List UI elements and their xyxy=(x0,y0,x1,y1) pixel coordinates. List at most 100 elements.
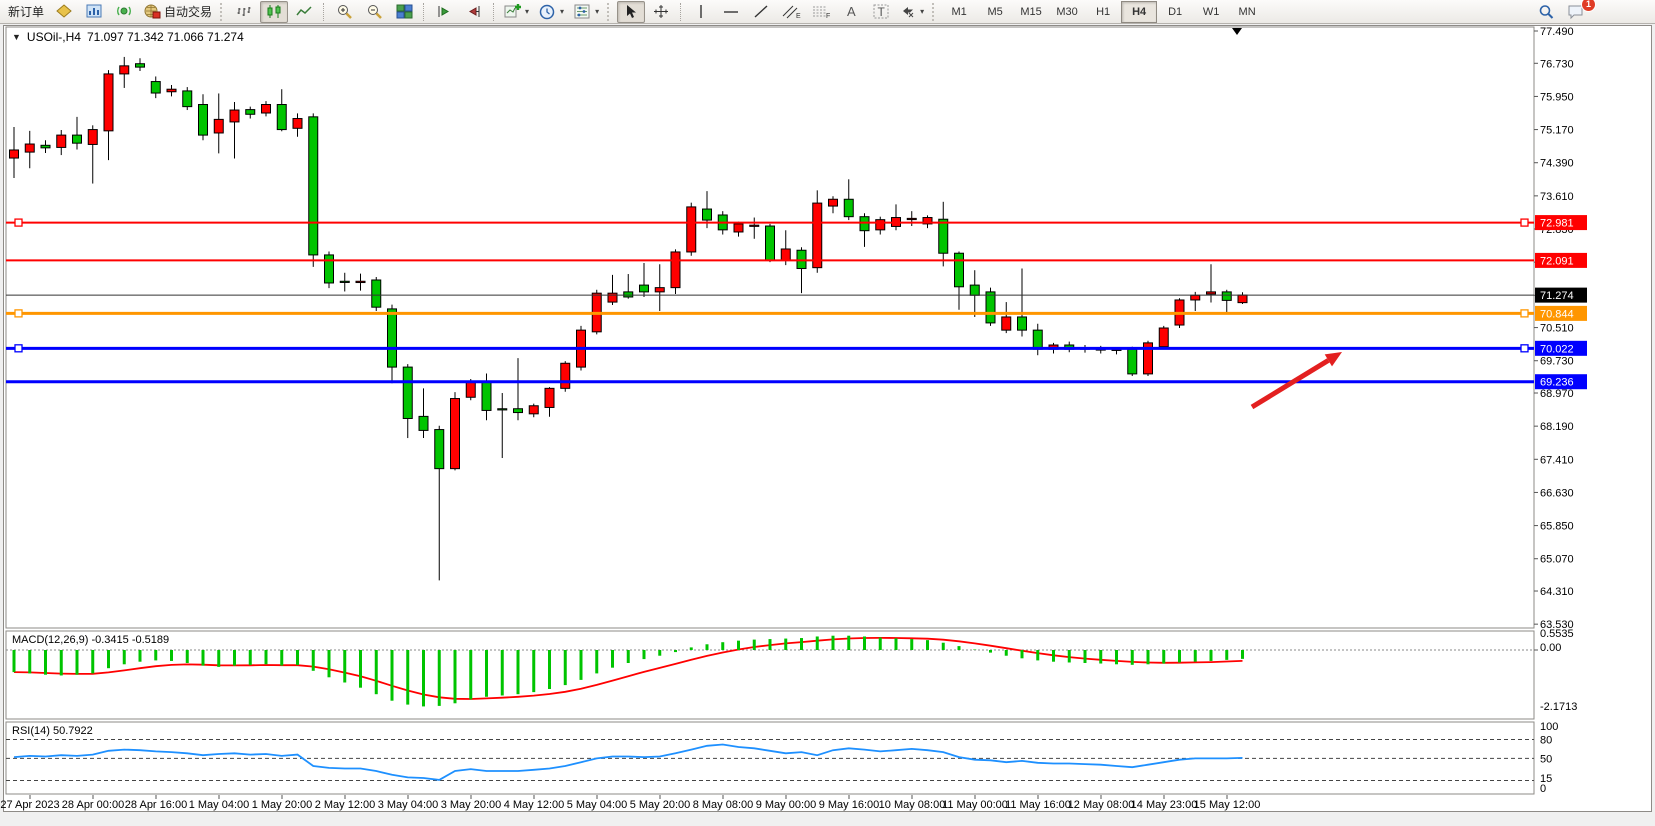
candle xyxy=(1033,330,1042,349)
equidistant-channel-tool-button[interactable]: E xyxy=(777,1,805,23)
one-click-trading-toggle-icon[interactable]: ▼ xyxy=(12,32,21,42)
dropdown-caret: ▾ xyxy=(920,7,924,16)
tf-mn-button[interactable]: MN xyxy=(1229,1,1265,23)
tile-windows-button[interactable] xyxy=(390,1,418,23)
chart-shift-button[interactable] xyxy=(460,1,488,23)
toolbar-separator xyxy=(493,3,495,21)
candle xyxy=(624,292,633,297)
svg-text:72.981: 72.981 xyxy=(1540,218,1574,230)
tf-m30-button[interactable]: M30 xyxy=(1049,1,1085,23)
zoom-out-button[interactable] xyxy=(360,1,388,23)
chart-canvas[interactable]: 77.49076.73075.95075.17074.39073.61072.8… xyxy=(0,0,1655,826)
svg-text:2 May 12:00: 2 May 12:00 xyxy=(315,799,376,811)
horizontal-line-tool-button[interactable] xyxy=(717,1,745,23)
candle xyxy=(1191,295,1200,300)
tf-d1-button[interactable]: D1 xyxy=(1157,1,1193,23)
tf-m5-button[interactable]: M5 xyxy=(977,1,1013,23)
svg-text:70.022: 70.022 xyxy=(1540,343,1574,355)
candle xyxy=(151,82,160,93)
candle xyxy=(750,225,759,226)
search-button[interactable] xyxy=(1532,1,1560,23)
clock-icon xyxy=(539,4,556,20)
svg-text:65.070: 65.070 xyxy=(1540,554,1574,566)
candle xyxy=(797,250,806,268)
svg-text:0: 0 xyxy=(1540,783,1546,795)
signal-icon[interactable] xyxy=(110,1,138,23)
hline-handle[interactable] xyxy=(1521,310,1528,317)
candlestick-chart-button[interactable] xyxy=(260,1,288,23)
chart-template-icon xyxy=(574,4,591,19)
svg-text:27 Apr 2023: 27 Apr 2023 xyxy=(0,799,59,811)
chart-shift-marker-icon[interactable] xyxy=(1232,28,1242,35)
svg-text:1 May 04:00: 1 May 04:00 xyxy=(189,799,250,811)
tf-h4-button[interactable]: H4 xyxy=(1121,1,1157,23)
chart-template-button[interactable]: ▾ xyxy=(570,1,603,23)
notifications-button[interactable]: 1 xyxy=(1562,1,1590,23)
rsi-pane: 1008050150 xyxy=(6,721,1558,795)
search-icon xyxy=(1538,4,1555,20)
annotation-arrow[interactable] xyxy=(1252,352,1342,407)
candle xyxy=(1018,317,1027,330)
fibonacci-tool-button[interactable]: F xyxy=(807,1,835,23)
svg-text:4 May 12:00: 4 May 12:00 xyxy=(504,799,565,811)
candle xyxy=(1207,292,1216,294)
candle xyxy=(655,288,664,292)
crosshair-tool-button[interactable] xyxy=(647,1,675,23)
hline-handle[interactable] xyxy=(15,310,22,317)
candle xyxy=(545,388,554,407)
new-order-icon[interactable] xyxy=(50,1,78,23)
gold-diamond-icon xyxy=(56,4,73,19)
vertical-line-icon xyxy=(695,4,708,19)
svg-text:73.610: 73.610 xyxy=(1540,191,1574,203)
hline-handle[interactable] xyxy=(15,345,22,352)
charts-window-icon[interactable] xyxy=(80,1,108,23)
trendline-tool-button[interactable] xyxy=(747,1,775,23)
add-indicator-button[interactable]: ▾ xyxy=(500,1,533,23)
svg-text:66.630: 66.630 xyxy=(1540,487,1574,499)
svg-text:A: A xyxy=(847,4,856,19)
candle xyxy=(703,209,712,220)
candle xyxy=(451,399,460,469)
candle xyxy=(293,119,302,129)
hline-handle[interactable] xyxy=(1521,345,1528,352)
text-label-tool-button[interactable]: T xyxy=(867,1,895,23)
svg-text:77.490: 77.490 xyxy=(1540,26,1574,38)
vertical-line-tool-button[interactable] xyxy=(687,1,715,23)
period-clock-button[interactable]: ▾ xyxy=(535,1,568,23)
svg-text:72.091: 72.091 xyxy=(1540,255,1574,267)
candle xyxy=(466,382,475,397)
candle xyxy=(687,207,696,252)
cursor-tool-button[interactable] xyxy=(617,1,645,23)
tf-h1-button[interactable]: H1 xyxy=(1085,1,1121,23)
line-chart-button[interactable] xyxy=(290,1,318,23)
tf-m15-button[interactable]: M15 xyxy=(1013,1,1049,23)
new-order-button[interactable]: 新订单 xyxy=(4,1,48,23)
hline-70.022[interactable] xyxy=(6,345,1534,352)
auto-scroll-button[interactable] xyxy=(430,1,458,23)
svg-text:75.170: 75.170 xyxy=(1540,125,1574,137)
fibonacci-icon: F xyxy=(812,4,831,19)
candle xyxy=(671,252,680,288)
zoom-in-button[interactable] xyxy=(330,1,358,23)
macd-histogram xyxy=(14,636,1243,707)
arrow-objects-button[interactable]: ▾ xyxy=(897,1,928,23)
candle xyxy=(325,255,334,283)
tf-m1-button[interactable]: M1 xyxy=(941,1,977,23)
toolbar-grip xyxy=(932,3,938,21)
bar-chart-button[interactable] xyxy=(230,1,258,23)
candle xyxy=(829,199,838,206)
svg-text:9 May 00:00: 9 May 00:00 xyxy=(756,799,817,811)
tf-w1-button[interactable]: W1 xyxy=(1193,1,1229,23)
candle xyxy=(88,130,97,145)
dropdown-caret: ▾ xyxy=(595,7,599,16)
hline-70.844[interactable] xyxy=(6,310,1534,317)
candle xyxy=(1159,328,1168,347)
svg-text:T: T xyxy=(877,5,885,19)
candle xyxy=(1128,349,1137,374)
text-tool-button[interactable]: A xyxy=(837,1,865,23)
candle xyxy=(214,119,223,133)
hline-handle[interactable] xyxy=(15,219,22,226)
svg-text:15 May 12:00: 15 May 12:00 xyxy=(1194,799,1261,811)
auto-trading-button[interactable]: 自动交易 xyxy=(140,1,216,23)
hline-handle[interactable] xyxy=(1521,219,1528,226)
